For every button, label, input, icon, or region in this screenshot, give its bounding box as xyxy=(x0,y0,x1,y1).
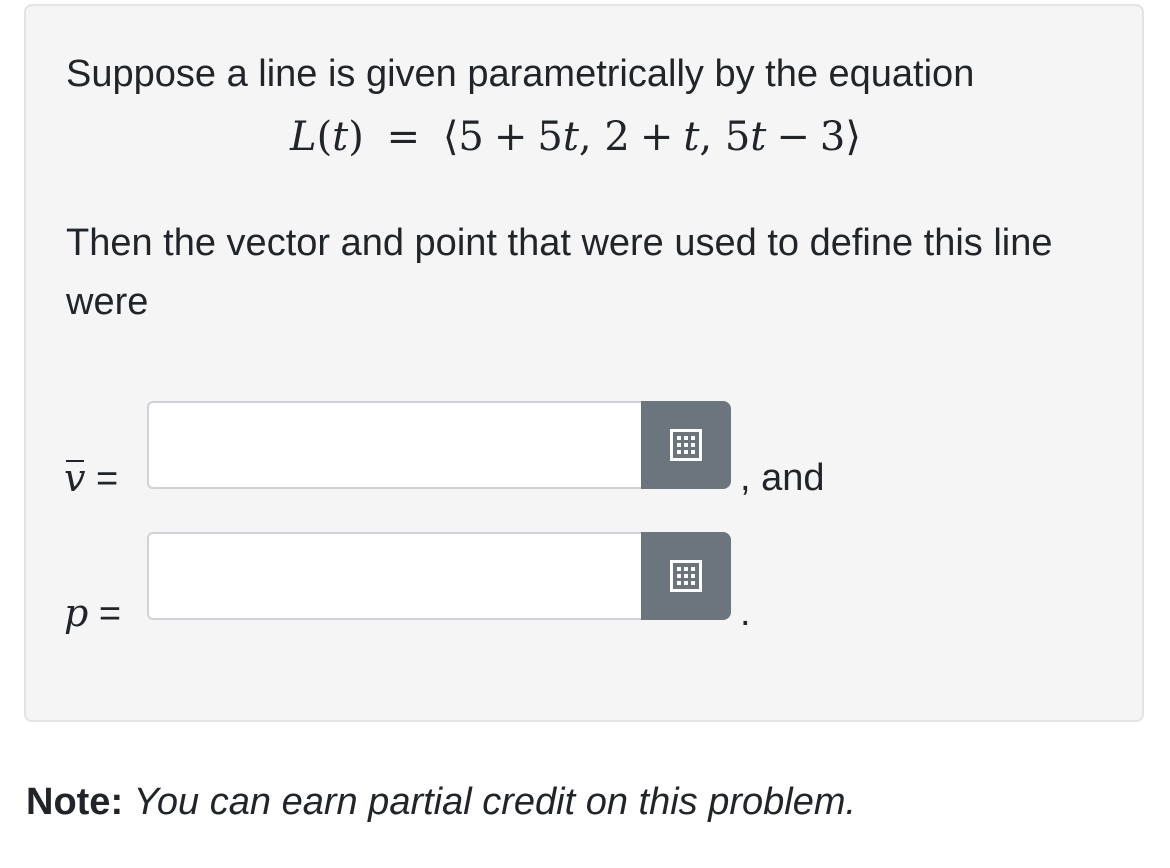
equation-comma: , xyxy=(699,114,713,160)
equation-func: L xyxy=(290,114,317,160)
equation-comma: , xyxy=(578,114,592,160)
equation-operator: + xyxy=(639,114,674,160)
equation-param: t xyxy=(332,114,349,160)
point-equals: = xyxy=(98,593,122,635)
equation-term-var: t xyxy=(750,114,767,160)
equation-operator: + xyxy=(493,114,528,160)
equation-open-bracket: ⟨ xyxy=(442,114,459,160)
equation-term-var: t xyxy=(683,114,700,160)
equation-term: 3 xyxy=(819,114,846,160)
point-matrix-button[interactable] xyxy=(641,532,731,620)
equation-operator: − xyxy=(776,114,810,160)
vector-symbol: v xyxy=(64,456,86,500)
equation-term: 5 xyxy=(458,114,484,160)
equation-term: 5 xyxy=(724,114,751,160)
point-symbol: p xyxy=(64,591,89,635)
note-text: You can earn partial credit on this prob… xyxy=(133,781,857,823)
equation-term: 2 xyxy=(604,114,630,160)
partial-credit-note: Note: You can earn partial credit on thi… xyxy=(26,778,856,826)
problem-intro: Suppose a line is given parametrically b… xyxy=(66,53,975,95)
equation-equals: = xyxy=(386,114,421,160)
vector-after-text: , and xyxy=(740,457,825,499)
note-label: Note: xyxy=(26,781,124,823)
vector-label: v = xyxy=(64,456,118,501)
vector-equals: = xyxy=(96,458,119,500)
equation-term-var: t xyxy=(562,114,579,160)
point-label: p = xyxy=(64,591,121,636)
problem-question: Then the vector and point that were used… xyxy=(66,222,1053,323)
point-after-text: . xyxy=(740,592,751,634)
problem-card: Suppose a line is given parametrically b… xyxy=(24,4,1144,722)
equation-close-bracket: ⟩ xyxy=(845,114,861,160)
vector-matrix-button[interactable] xyxy=(641,401,731,489)
matrix-grid-icon xyxy=(670,560,702,592)
matrix-grid-icon xyxy=(670,429,702,461)
vector-answer-input[interactable] xyxy=(147,401,643,489)
equation-term: 5 xyxy=(537,114,563,160)
parametric-equation: L(t) = ⟨5 +5t, 2 + t, 5t −3⟩ xyxy=(290,114,861,160)
point-answer-input[interactable] xyxy=(147,532,643,620)
